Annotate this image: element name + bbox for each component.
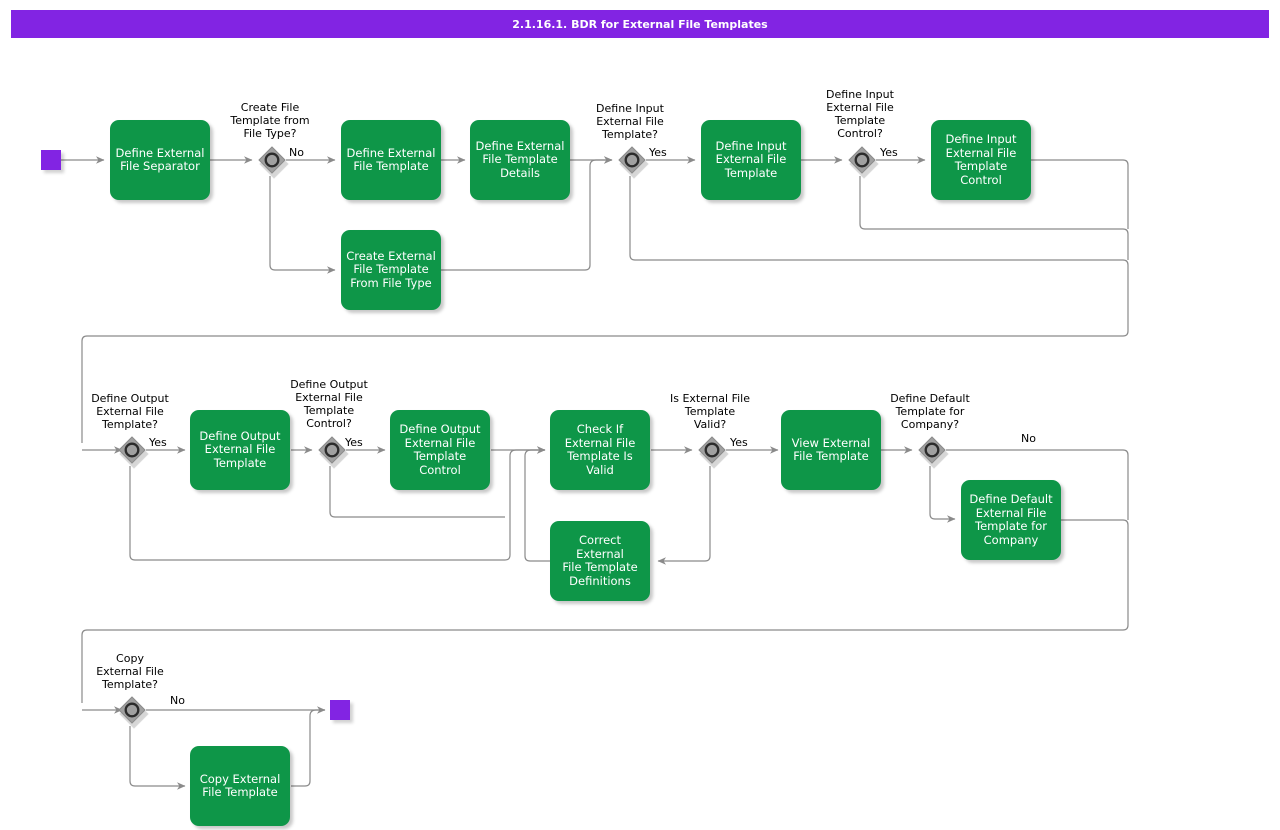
task-define-input-external-file-template-control[interactable]: Define Input External File Template Cont… — [931, 120, 1031, 200]
task-define-output-external-file-template-control[interactable]: Define Output External File Template Con… — [390, 410, 490, 490]
task-label: Define Input External File Template Cont… — [946, 133, 1017, 187]
task-define-external-file-template-details[interactable]: Define External File Template Details — [470, 120, 570, 200]
gateway-label-define-input-external-file-template-control: Define Input External File Template Cont… — [794, 88, 926, 140]
task-create-external-file-template-from-file-type[interactable]: Create External File Template From File … — [341, 230, 441, 310]
page-title: 2.1.16.1. BDR for External File Template… — [512, 18, 767, 31]
gateway-label-copy-external-file-template: Copy External File Template? — [65, 652, 195, 691]
flowchart-canvas: 2.1.16.1. BDR for External File Template… — [0, 0, 1280, 830]
task-label: Define External File Template Details — [476, 140, 565, 181]
edge-label-g5-yes: Yes — [345, 436, 363, 449]
task-label: Define Output External File Template — [199, 430, 280, 471]
gateway-label-is-external-file-template-valid: Is External File Template Valid? — [645, 392, 775, 431]
gateway-label-define-input-external-file-template: Define Input External File Template? — [561, 102, 699, 141]
end-event[interactable] — [330, 700, 350, 720]
edge-label-g7-no: No — [1021, 432, 1036, 445]
gateway-diamond-icon — [845, 145, 879, 179]
task-label: Define Input External File Template — [716, 140, 787, 181]
wire-g6-invalid-to-t10 — [658, 466, 710, 561]
task-copy-external-file-template[interactable]: Copy External File Template — [190, 746, 290, 826]
gateway-diamond-icon — [695, 435, 729, 469]
gateway-diamond-icon — [115, 695, 149, 729]
gateway-diamond-icon — [615, 145, 649, 179]
edge-label-g3-yes: Yes — [880, 146, 898, 159]
gateway-is-external-file-template-valid[interactable] — [695, 435, 725, 465]
edge-label-g4-yes: Yes — [149, 436, 167, 449]
diagram-title-bar: 2.1.16.1. BDR for External File Template… — [11, 10, 1269, 38]
task-label: Check If External File Template Is Valid — [565, 423, 636, 477]
gateway-diamond-icon — [315, 435, 349, 469]
gateway-label-define-output-external-file-template-control: Define Output External File Template Con… — [263, 378, 395, 430]
task-define-external-file-separator[interactable]: Define External File Separator — [110, 120, 210, 200]
gateway-label-create-file-template-from-file-type: Create File Template from File Type? — [199, 101, 341, 140]
edge-label-g1-no: No — [289, 146, 304, 159]
task-label: Define Default External File Template fo… — [969, 493, 1052, 547]
task-label: Correct External File Template Definitio… — [554, 534, 646, 588]
edge-label-g2-yes: Yes — [649, 146, 667, 159]
gateway-diamond-icon — [915, 435, 949, 469]
wire-t10-back-to-t9 — [525, 450, 550, 561]
edge-label-g8-no: No — [170, 694, 185, 707]
task-label: Define Output External File Template Con… — [399, 423, 480, 477]
gateway-define-output-external-file-template-control[interactable] — [315, 435, 345, 465]
wire-g8-to-t13 — [130, 726, 185, 786]
start-event[interactable] — [41, 150, 61, 170]
gateway-define-default-template-for-company[interactable] — [915, 435, 945, 465]
task-label: Create External File Template From File … — [346, 250, 436, 291]
task-correct-external-file-template-definitions[interactable]: Correct External File Template Definitio… — [550, 521, 650, 601]
task-check-if-external-file-template-is-valid[interactable]: Check If External File Template Is Valid — [550, 410, 650, 490]
task-define-external-file-template[interactable]: Define External File Template — [341, 120, 441, 200]
wire-t6-to-rail — [1031, 160, 1128, 229]
task-define-default-external-file-template-for-company[interactable]: Define Default External File Template fo… — [961, 480, 1061, 560]
gateway-label-define-output-external-file-template: Define Output External File Template? — [62, 392, 198, 431]
wire-g1-to-t4 — [270, 176, 335, 270]
wire-t13-to-end — [291, 710, 325, 786]
task-label: Define External File Template — [347, 147, 436, 174]
edge-label-g6-yes: Yes — [730, 436, 748, 449]
task-label: Define External File Separator — [116, 147, 205, 174]
gateway-label-define-default-template-for-company: Define Default Template for Company? — [865, 392, 995, 431]
gateway-diamond-icon — [115, 435, 149, 469]
gateway-define-input-external-file-template[interactable] — [615, 145, 645, 175]
task-label: View External File Template — [792, 437, 871, 464]
wire-g7-to-t12 — [930, 466, 955, 519]
gateway-define-output-external-file-template[interactable] — [115, 435, 145, 465]
gateway-create-file-template-from-file-type[interactable] — [255, 145, 285, 175]
gateway-copy-external-file-template[interactable] — [115, 695, 145, 725]
task-define-input-external-file-template[interactable]: Define Input External File Template — [701, 120, 801, 200]
gateway-define-input-external-file-template-control[interactable] — [845, 145, 875, 175]
task-label: Copy External File Template — [200, 773, 281, 800]
gateway-diamond-icon — [255, 145, 289, 179]
